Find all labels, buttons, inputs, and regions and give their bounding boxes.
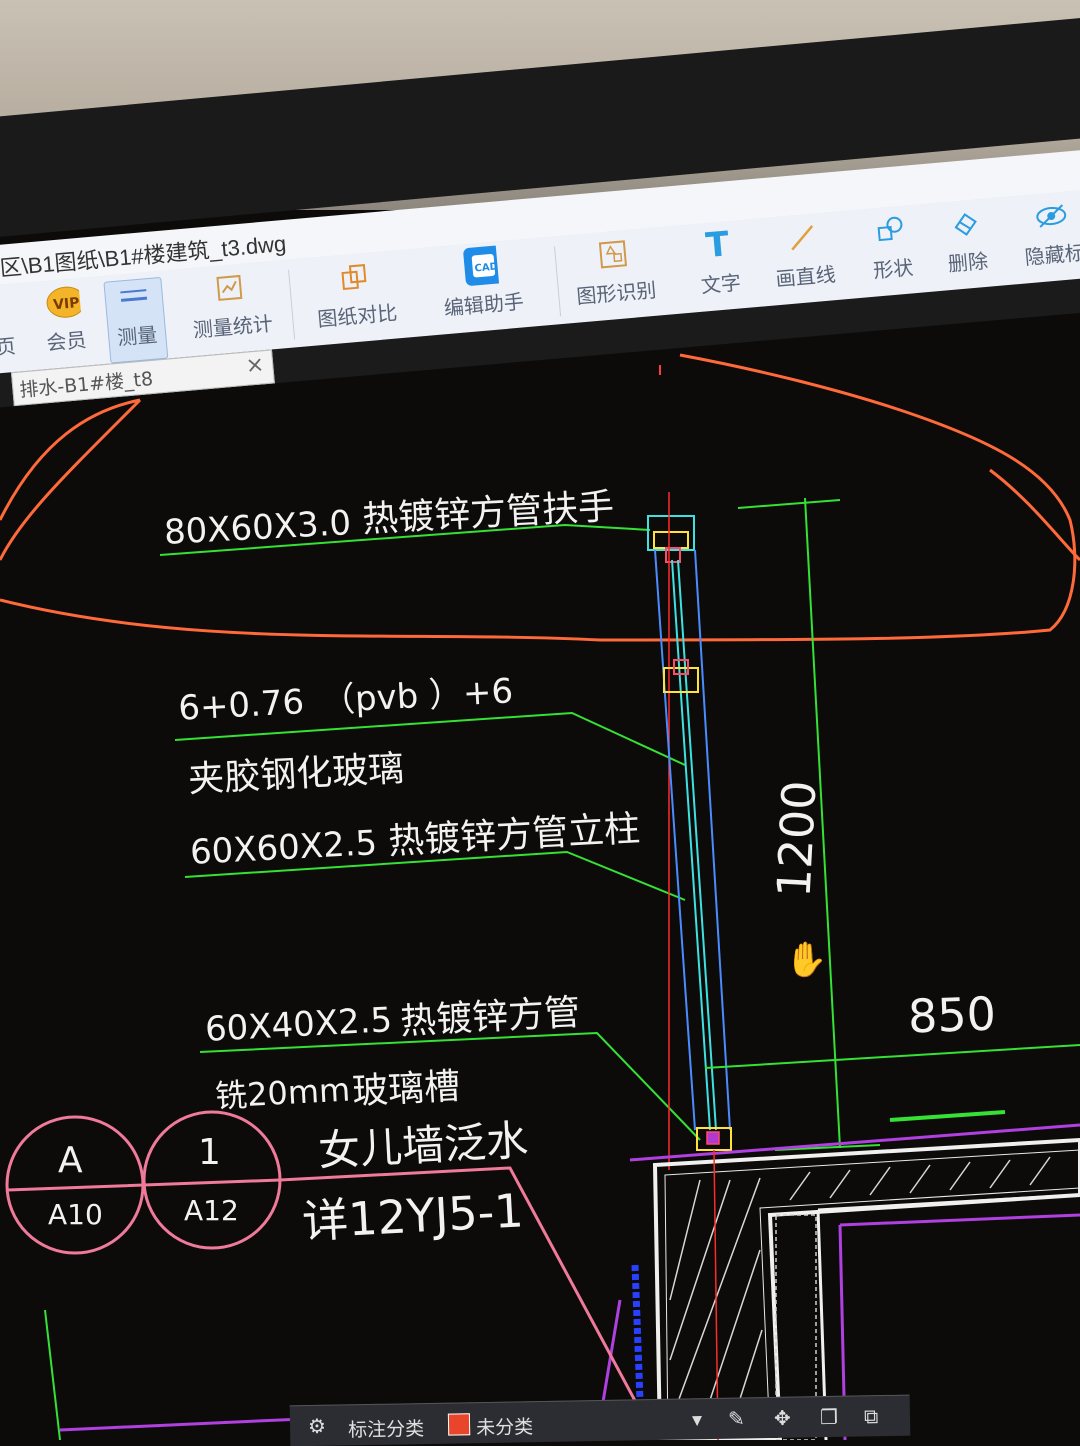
ribbon-label: 删除 (947, 248, 989, 277)
hatch-pattern (669, 1156, 1051, 1431)
ribbon-cad-edit[interactable]: CAD 编辑助手 (439, 245, 526, 333)
ribbon-label: 画直线 (774, 262, 837, 292)
eye-icon (1033, 198, 1070, 235)
measure-stats-icon (211, 270, 248, 307)
groove-name: 玻璃槽 (351, 1066, 462, 1113)
close-icon[interactable]: × (245, 352, 266, 379)
ribbon-label: 会员 (45, 327, 88, 356)
eraser-icon (946, 205, 983, 242)
dim-850-text: 850 (907, 986, 997, 1044)
monitor-screen: 80X60X3.0 热镀锌方管扶手 6+0.76 （pvb ）+6 夹胶钢化玻璃… (0, 0, 1080, 1446)
paste-icon[interactable]: ⧉ (864, 1404, 890, 1430)
svg-text:VIP: VIP (53, 295, 81, 313)
shape-recognize-icon (595, 236, 632, 273)
category-icon[interactable]: ⚙ (308, 1414, 334, 1440)
ribbon-hide-marks[interactable]: 隐藏标 (1020, 196, 1080, 281)
ribbon-shape[interactable]: 形状 (868, 211, 915, 294)
ribbon-separator (288, 269, 296, 340)
parapet-note: 女儿墙泛水 (317, 1115, 530, 1176)
dim-850-line (704, 1044, 1080, 1069)
measure-icon (115, 279, 152, 316)
ribbon-page[interactable]: 页 (0, 289, 25, 372)
move-icon[interactable]: ✥ (774, 1406, 800, 1432)
ribbon-label: 测量 (116, 322, 159, 350)
ribbon-delete[interactable]: 删除 (943, 205, 990, 288)
text-icon: T (704, 224, 731, 267)
hand-cursor-icon: ✋ (785, 940, 828, 980)
ribbon-separator (554, 246, 562, 317)
svg-text:CAD: CAD (474, 261, 498, 274)
ribbon-label: 图形识别 (575, 277, 658, 309)
ribbon-label: 页 (0, 333, 17, 360)
dim-1200-text: 1200 (766, 779, 827, 899)
page-icon (0, 289, 21, 326)
vip-icon: VIP (45, 284, 82, 321)
color-swatch[interactable] (447, 1413, 471, 1436)
copy-icon[interactable]: ❐ (820, 1405, 846, 1431)
ribbon-label: 文字 (699, 270, 742, 298)
base-name: 热镀锌方管 (399, 992, 582, 1043)
post-outline (654, 549, 696, 1131)
uncategorized-select[interactable]: 未分类 (476, 1412, 533, 1440)
detail-ref: 详12YJ5-1 (300, 1183, 525, 1249)
ribbon-label: 测量统计 (191, 311, 274, 343)
line-icon (784, 219, 821, 256)
ribbon-measure-stats[interactable]: 测量统计 (188, 267, 275, 354)
edit-icon[interactable]: ✎ (728, 1406, 754, 1432)
ribbon-vip[interactable]: VIP 会员 (42, 284, 89, 367)
callout-a-top: A (58, 1140, 83, 1181)
ribbon-label: 编辑助手 (442, 289, 525, 321)
category-label: 标注分类 (347, 1418, 425, 1442)
callout-a-bottom: A10 (48, 1198, 103, 1231)
callout-1-bottom: A12 (184, 1194, 239, 1227)
ribbon-draw-line[interactable]: 画直线 (771, 218, 838, 303)
ribbon-text[interactable]: T 文字 (696, 224, 743, 310)
ribbon-shape-recognize[interactable]: 图形识别 (572, 234, 659, 321)
ribbon-compare[interactable]: 图纸对比 (313, 257, 400, 344)
glass-panel (671, 559, 711, 1131)
ribbon-label: 隐藏标 (1023, 240, 1080, 270)
cad-edit-icon: CAD (462, 245, 500, 286)
ribbon-label: 形状 (872, 255, 915, 283)
compare-icon (336, 259, 373, 296)
ribbon-measure[interactable]: 测量 (103, 276, 169, 364)
ribbon-label: 图纸对比 (316, 300, 399, 332)
callout-1-top: 1 (198, 1132, 221, 1173)
shape-icon (871, 212, 908, 249)
groove-spec: 铣20mm (214, 1070, 352, 1116)
chevron-down-icon[interactable]: ▾ (692, 1407, 718, 1433)
